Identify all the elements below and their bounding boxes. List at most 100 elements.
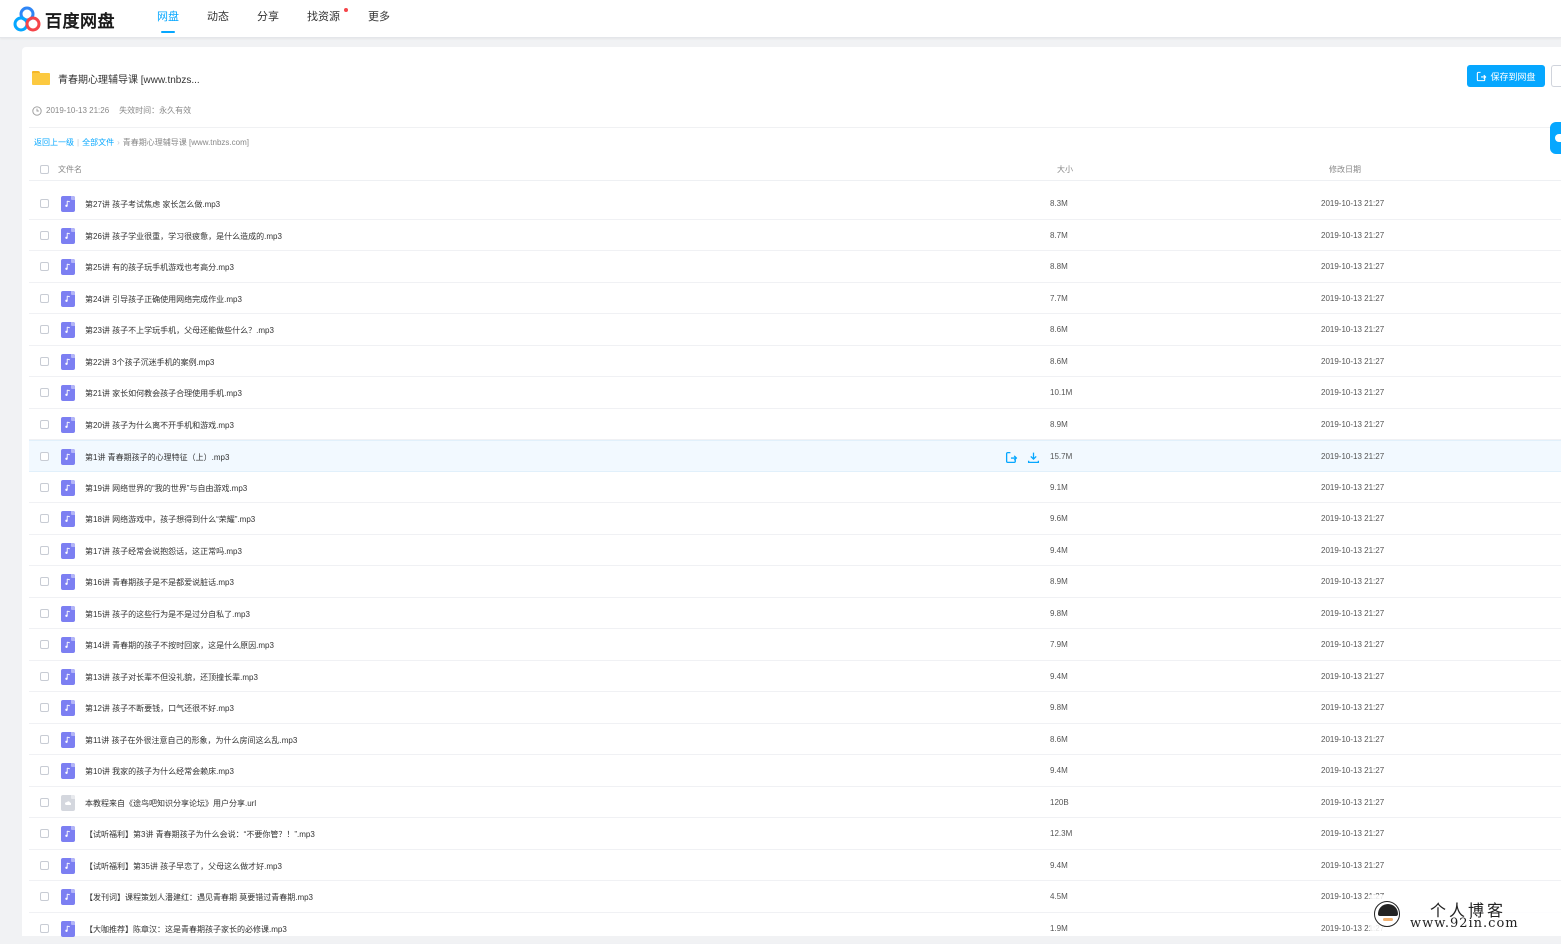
file-size: 7.9M bbox=[1050, 640, 1068, 649]
share-title: 青春期心理辅导课 [www.tnbzs... bbox=[58, 71, 200, 86]
row-checkbox[interactable] bbox=[40, 231, 49, 240]
table-row[interactable]: 第19讲 网络世界的“我的世界”与自由游戏.mp39.1M2019-10-13 … bbox=[29, 472, 1561, 504]
baidu-netdisk-logo[interactable]: 百度网盘 bbox=[13, 6, 115, 32]
table-row[interactable]: 第18讲 网络游戏中，孩子想得到什么“荣耀”.mp39.6M2019-10-13… bbox=[29, 503, 1561, 535]
file-name[interactable]: 【发刊词】课程策划人潘建红：遇见青春期 莫要错过青春期.mp3 bbox=[85, 892, 313, 903]
file-name[interactable]: 第23讲 孩子不上学玩手机，父母还能做些什么？.mp3 bbox=[85, 325, 274, 336]
row-checkbox[interactable] bbox=[40, 420, 49, 429]
table-row[interactable]: 第17讲 孩子经常会说抱怨话，这正常吗.mp39.4M2019-10-13 21… bbox=[29, 535, 1561, 567]
row-checkbox[interactable] bbox=[40, 703, 49, 712]
row-checkbox[interactable] bbox=[40, 546, 49, 555]
table-row[interactable]: 第23讲 孩子不上学玩手机，父母还能做些什么？.mp38.6M2019-10-1… bbox=[29, 314, 1561, 346]
row-checkbox[interactable] bbox=[40, 672, 49, 681]
table-row[interactable]: 第16讲 青春期孩子是不是都爱说脏话.mp38.9M2019-10-13 21:… bbox=[29, 566, 1561, 598]
row-checkbox[interactable] bbox=[40, 294, 49, 303]
file-name[interactable]: 本教程来自《途鸟吧知识分享论坛》用户分享.url bbox=[85, 798, 256, 809]
side-float-tab[interactable] bbox=[1550, 122, 1561, 154]
row-checkbox[interactable] bbox=[40, 640, 49, 649]
table-row[interactable]: 第15讲 孩子的这些行为是不是过分自私了.mp39.8M2019-10-13 2… bbox=[29, 598, 1561, 630]
audio-file-icon bbox=[61, 637, 75, 653]
table-row[interactable]: 第11讲 孩子在外很注意自己的形象，为什么房间这么乱.mp38.6M2019-1… bbox=[29, 724, 1561, 756]
row-checkbox[interactable] bbox=[40, 483, 49, 492]
save-row-icon[interactable] bbox=[1004, 450, 1018, 464]
row-checkbox[interactable] bbox=[40, 325, 49, 334]
row-checkbox[interactable] bbox=[40, 199, 49, 208]
table-row[interactable]: 第10讲 我家的孩子为什么经常会赖床.mp39.4M2019-10-13 21:… bbox=[29, 755, 1561, 787]
row-checkbox[interactable] bbox=[40, 735, 49, 744]
row-checkbox[interactable] bbox=[40, 357, 49, 366]
table-header: 文件名 大小 修改日期 bbox=[29, 159, 1561, 181]
row-checkbox[interactable] bbox=[40, 892, 49, 901]
file-size: 12.3M bbox=[1050, 829, 1072, 838]
row-checkbox[interactable] bbox=[40, 609, 49, 618]
row-checkbox[interactable] bbox=[40, 766, 49, 775]
file-name[interactable]: 第10讲 我家的孩子为什么经常会赖床.mp3 bbox=[85, 766, 234, 777]
back-link[interactable]: 返回上一级 bbox=[34, 137, 74, 148]
file-name[interactable]: 【大咖推荐】陈章汉：这是青春期孩子家长的必修课.mp3 bbox=[85, 924, 287, 935]
file-name[interactable]: 第15讲 孩子的这些行为是不是过分自私了.mp3 bbox=[85, 609, 250, 620]
more-actions-button[interactable] bbox=[1551, 65, 1561, 87]
file-name[interactable]: 第19讲 网络世界的“我的世界”与自由游戏.mp3 bbox=[85, 483, 247, 494]
table-row[interactable]: 第12讲 孩子不断要钱，口气还很不好.mp39.8M2019-10-13 21:… bbox=[29, 692, 1561, 724]
file-size: 8.6M bbox=[1050, 357, 1068, 366]
audio-file-icon bbox=[61, 921, 75, 937]
column-header-size[interactable]: 大小 bbox=[1057, 164, 1073, 175]
row-checkbox[interactable] bbox=[40, 924, 49, 933]
row-checkbox[interactable] bbox=[40, 452, 49, 461]
row-checkbox[interactable] bbox=[40, 577, 49, 586]
nav-item-activity[interactable]: 动态 bbox=[193, 0, 243, 38]
file-name[interactable]: 第12讲 孩子不断要钱，口气还很不好.mp3 bbox=[85, 703, 234, 714]
table-row[interactable]: 第22讲 3个孩子沉迷手机的案例.mp38.6M2019-10-13 21:27 bbox=[29, 346, 1561, 378]
table-row[interactable]: 第20讲 孩子为什么离不开手机和游戏.mp38.9M2019-10-13 21:… bbox=[29, 409, 1561, 441]
file-name[interactable]: 第24讲 引导孩子正确使用网络完成作业.mp3 bbox=[85, 294, 242, 305]
table-row[interactable]: 【试听福利】第3讲 青春期孩子为什么会说：“不要你管？！”.mp312.3M20… bbox=[29, 818, 1561, 850]
file-name[interactable]: 第27讲 孩子考试焦虑 家长怎么做.mp3 bbox=[85, 199, 220, 210]
file-name[interactable]: 【试听福利】第3讲 青春期孩子为什么会说：“不要你管？！”.mp3 bbox=[85, 829, 315, 840]
table-row[interactable]: 【试听福利】第35讲 孩子早恋了，父母这么做才好.mp39.4M2019-10-… bbox=[29, 850, 1561, 882]
all-files-link[interactable]: 全部文件 bbox=[82, 137, 114, 148]
file-name[interactable]: 第14讲 青春期的孩子不按时回家，这是什么原因.mp3 bbox=[85, 640, 274, 651]
table-row[interactable]: 第24讲 引导孩子正确使用网络完成作业.mp37.7M2019-10-13 21… bbox=[29, 283, 1561, 315]
table-row[interactable]: 第14讲 青春期的孩子不按时回家，这是什么原因.mp37.9M2019-10-1… bbox=[29, 629, 1561, 661]
file-size: 1.9M bbox=[1050, 924, 1068, 933]
nav-item-find-resources[interactable]: 找资源 bbox=[293, 0, 354, 38]
file-name[interactable]: 第22讲 3个孩子沉迷手机的案例.mp3 bbox=[85, 357, 214, 368]
row-checkbox[interactable] bbox=[40, 861, 49, 870]
row-checkbox[interactable] bbox=[40, 262, 49, 271]
select-all-checkbox[interactable] bbox=[40, 165, 49, 174]
download-icon[interactable] bbox=[1026, 450, 1040, 464]
save-to-netdisk-button[interactable]: 保存到网盘 bbox=[1467, 65, 1545, 87]
file-name[interactable]: 第1讲 青春期孩子的心理特征（上）.mp3 bbox=[85, 452, 229, 463]
row-checkbox[interactable] bbox=[40, 798, 49, 807]
table-row[interactable]: 第26讲 孩子学业很重，学习很疲惫，是什么造成的.mp38.7M2019-10-… bbox=[29, 220, 1561, 252]
column-header-date[interactable]: 修改日期 bbox=[1329, 164, 1361, 175]
table-row[interactable]: 第27讲 孩子考试焦虑 家长怎么做.mp38.3M2019-10-13 21:2… bbox=[29, 188, 1561, 220]
row-checkbox[interactable] bbox=[40, 388, 49, 397]
table-row[interactable]: 第13讲 孩子对长辈不但没礼貌，还顶撞长辈.mp39.4M2019-10-13 … bbox=[29, 661, 1561, 693]
table-row[interactable]: 【大咖推荐】陈章汉：这是青春期孩子家长的必修课.mp31.9M2019-10-1… bbox=[29, 913, 1561, 944]
file-name[interactable]: 第25讲 有的孩子玩手机游戏也考高分.mp3 bbox=[85, 262, 234, 273]
table-row[interactable]: 本教程来自《途鸟吧知识分享论坛》用户分享.url120B2019-10-13 2… bbox=[29, 787, 1561, 819]
nav-item-more[interactable]: 更多 bbox=[354, 0, 404, 38]
file-name[interactable]: 第21讲 家长如何教会孩子合理使用手机.mp3 bbox=[85, 388, 242, 399]
row-checkbox[interactable] bbox=[40, 829, 49, 838]
nav-item-share[interactable]: 分享 bbox=[243, 0, 293, 38]
file-name[interactable]: 【试听福利】第35讲 孩子早恋了，父母这么做才好.mp3 bbox=[85, 861, 282, 872]
nav-item-netdisk[interactable]: 网盘 bbox=[143, 0, 193, 38]
file-name[interactable]: 第16讲 青春期孩子是不是都爱说脏话.mp3 bbox=[85, 577, 234, 588]
file-name[interactable]: 第17讲 孩子经常会说抱怨话，这正常吗.mp3 bbox=[85, 546, 242, 557]
row-checkbox[interactable] bbox=[40, 514, 49, 523]
table-row[interactable]: 第25讲 有的孩子玩手机游戏也考高分.mp38.8M2019-10-13 21:… bbox=[29, 251, 1561, 283]
file-size: 4.5M bbox=[1050, 892, 1068, 901]
file-name[interactable]: 第11讲 孩子在外很注意自己的形象，为什么房间这么乱.mp3 bbox=[85, 735, 297, 746]
cloud-logo-icon bbox=[13, 6, 41, 32]
file-name[interactable]: 第13讲 孩子对长辈不但没礼貌，还顶撞长辈.mp3 bbox=[85, 672, 258, 683]
table-row[interactable]: 第21讲 家长如何教会孩子合理使用手机.mp310.1M2019-10-13 2… bbox=[29, 377, 1561, 409]
file-name[interactable]: 第26讲 孩子学业很重，学习很疲惫，是什么造成的.mp3 bbox=[85, 231, 282, 242]
column-header-name[interactable]: 文件名 bbox=[58, 164, 82, 175]
table-row[interactable]: 第1讲 青春期孩子的心理特征（上）.mp315.7M2019-10-13 21:… bbox=[29, 440, 1561, 472]
file-date: 2019-10-13 21:27 bbox=[1321, 672, 1384, 681]
table-row[interactable]: 【发刊词】课程策划人潘建红：遇见青春期 莫要错过青春期.mp34.5M2019-… bbox=[29, 881, 1561, 913]
file-name[interactable]: 第20讲 孩子为什么离不开手机和游戏.mp3 bbox=[85, 420, 234, 431]
file-name[interactable]: 第18讲 网络游戏中，孩子想得到什么“荣耀”.mp3 bbox=[85, 514, 255, 525]
